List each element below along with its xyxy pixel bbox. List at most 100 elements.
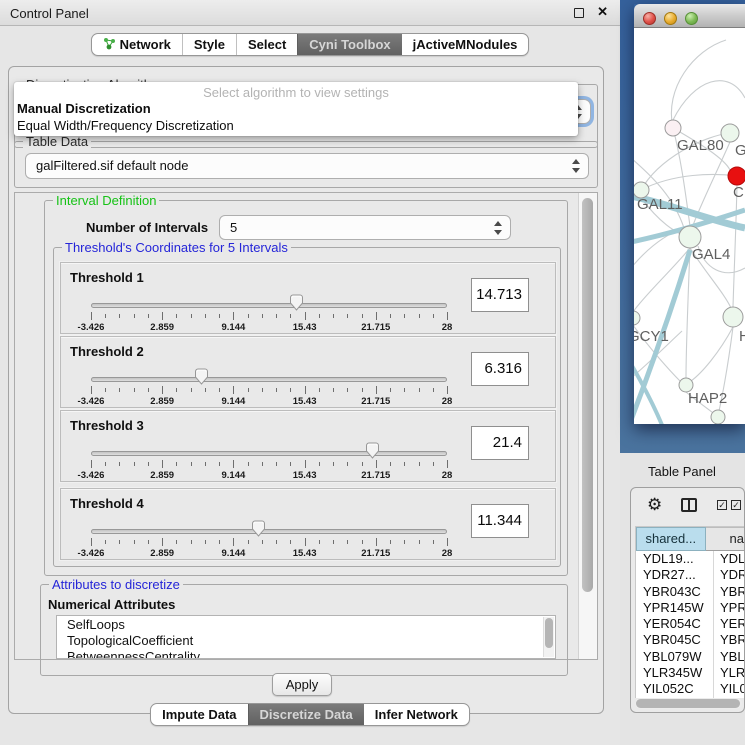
threshold-value-field[interactable]: 11.344 <box>471 504 529 538</box>
tab-cyni-toolbox[interactable]: Cyni Toolbox <box>297 34 401 55</box>
slider-tick-label: 15.43 <box>293 322 317 333</box>
network-node[interactable] <box>721 124 739 142</box>
table-row[interactable]: YBR043CYBR0 <box>636 584 744 600</box>
table-data-combobox[interactable]: galFiltered.sif default node <box>25 153 589 179</box>
combo-stepper-icon <box>493 220 502 236</box>
combo-stepper-icon <box>571 158 580 174</box>
slider-tick <box>419 462 420 466</box>
network-node[interactable] <box>634 311 640 325</box>
network-node-label: GA <box>735 142 745 159</box>
checkbox-icon[interactable]: ✓ <box>717 500 727 510</box>
network-node[interactable] <box>679 226 701 248</box>
slider-track[interactable] <box>91 377 447 382</box>
table-row[interactable]: YPR145WYPR1 <box>636 600 744 616</box>
table-row[interactable]: YDR27...YDR2 <box>636 567 744 583</box>
float-window-icon[interactable] <box>574 8 584 18</box>
table-row[interactable]: YLR345WYLR3 <box>636 665 744 681</box>
slider-tick-label: 28 <box>442 548 453 559</box>
cell-name: YBR0 <box>714 632 744 648</box>
network-window-titlebar[interactable] <box>634 4 745 28</box>
threshold-value-field[interactable]: 14.713 <box>471 278 529 312</box>
table-row[interactable]: YER054CYER0 <box>636 616 744 632</box>
dropdown-option-manual[interactable]: Manual Discretization <box>17 101 575 116</box>
slider-track[interactable] <box>91 451 447 456</box>
network-node[interactable] <box>665 120 681 136</box>
apply-button[interactable]: Apply <box>272 673 332 696</box>
horizontal-scrollbar-track[interactable] <box>635 698 742 709</box>
numerical-attributes-heading: Numerical Attributes <box>48 597 175 612</box>
network-node[interactable] <box>711 410 725 424</box>
tab-impute-data[interactable]: Impute Data <box>151 704 247 725</box>
slider-tick <box>219 388 220 392</box>
threshold-value-field[interactable]: 6.316 <box>471 352 529 386</box>
slider-tick <box>233 460 234 468</box>
tab-select[interactable]: Select <box>236 34 297 55</box>
slider-tick <box>233 538 234 546</box>
slider-thumb[interactable] <box>365 442 380 459</box>
split-columns-icon[interactable] <box>681 498 697 512</box>
slider-tick <box>305 538 306 546</box>
network-view-window[interactable]: GAL80GACGAL11GAL4GCY1HHAP2 <box>634 4 745 424</box>
list-item[interactable]: TopologicalCoefficient <box>57 632 555 648</box>
slider-tick <box>148 540 149 544</box>
table-row[interactable]: YBL079WYBL0 <box>636 649 744 665</box>
tab-network[interactable]: Network <box>92 34 182 55</box>
threshold-panel-1: Threshold 1-3.4262.8599.14415.4321.71528… <box>60 262 556 334</box>
cell-shared-name: YDR27... <box>636 567 714 583</box>
slider-tick <box>205 462 206 466</box>
slider-tick <box>262 314 263 318</box>
slider-tick-label: 15.43 <box>293 396 317 407</box>
slider-tick <box>319 540 320 544</box>
minimize-traffic-light-icon[interactable] <box>664 12 677 25</box>
horizontal-scrollbar-thumb[interactable] <box>636 699 740 708</box>
slider-tick <box>419 540 420 544</box>
table-row[interactable]: YIL052CYIL0 <box>636 681 744 697</box>
slider-thumb[interactable] <box>289 294 304 311</box>
dropdown-option-equal-width[interactable]: Equal Width/Frequency Discretization <box>17 118 575 133</box>
slider-tick-label: 28 <box>442 322 453 333</box>
slider-track[interactable] <box>91 529 447 534</box>
checkbox-icon[interactable]: ✓ <box>731 500 741 510</box>
list-item[interactable]: BetweennessCentrality <box>57 648 555 659</box>
threshold-value-field[interactable]: 21.4 <box>471 426 529 460</box>
list-scrollbar-thumb[interactable] <box>545 618 553 648</box>
cell-name: YBL0 <box>714 649 744 665</box>
slider-thumb[interactable] <box>251 520 266 537</box>
threshold-panel-2: Threshold 2-3.4262.8599.14415.4321.71528… <box>60 336 556 408</box>
table-row[interactable]: YBR045CYBR0 <box>636 632 744 648</box>
tab-infer-network[interactable]: Infer Network <box>364 704 469 725</box>
slider-track[interactable] <box>91 303 447 308</box>
slider-tick-labels: -3.4262.8599.14415.4321.71528 <box>91 470 447 481</box>
slider-tick-label: 21.715 <box>361 396 390 407</box>
slider-tick <box>447 460 448 468</box>
zoom-traffic-light-icon[interactable] <box>685 12 698 25</box>
cell-shared-name: YPR145W <box>636 600 714 616</box>
close-traffic-light-icon[interactable] <box>643 12 656 25</box>
network-node[interactable] <box>728 167 745 185</box>
column-header-name[interactable]: na <box>706 527 744 551</box>
tab-style[interactable]: Style <box>182 34 236 55</box>
threshold-label: Threshold 3 <box>70 418 144 433</box>
slider-thumb[interactable] <box>194 368 209 385</box>
vertical-scrollbar-thumb[interactable] <box>582 198 593 592</box>
tab-discretize-data[interactable]: Discretize Data <box>248 704 364 725</box>
network-node-label: H <box>739 328 745 345</box>
list-item[interactable]: SelfLoops <box>57 616 555 632</box>
slider-tick-label: -3.426 <box>78 470 105 481</box>
column-header-shared-name[interactable]: shared... <box>636 527 706 551</box>
attributes-listbox[interactable]: SelfLoopsTopologicalCoefficientBetweenne… <box>56 615 556 659</box>
network-canvas[interactable]: GAL80GACGAL11GAL4GCY1HHAP2 <box>634 28 745 424</box>
slider-tick-label: 21.715 <box>361 548 390 559</box>
close-icon[interactable]: ✕ <box>597 4 608 20</box>
table-body: YDL19...YDL1YDR27...YDR2YBR043CYBR0YPR14… <box>636 551 744 698</box>
table-row[interactable]: YDL19...YDL1 <box>636 551 744 567</box>
num-intervals-combobox[interactable]: 5 <box>219 215 511 240</box>
list-scrollbar-track[interactable] <box>543 617 554 657</box>
gear-icon[interactable]: ⚙ <box>647 495 662 515</box>
tab-jactivemnodules[interactable]: jActiveMNodules <box>402 34 529 55</box>
slider-tick <box>205 314 206 318</box>
slider-tick-label: 28 <box>442 396 453 407</box>
node-attribute-table: shared... na YDL19...YDL1YDR27...YDR2YBR… <box>635 526 744 698</box>
network-node[interactable] <box>723 307 743 327</box>
network-node-label: HAP2 <box>688 390 727 407</box>
